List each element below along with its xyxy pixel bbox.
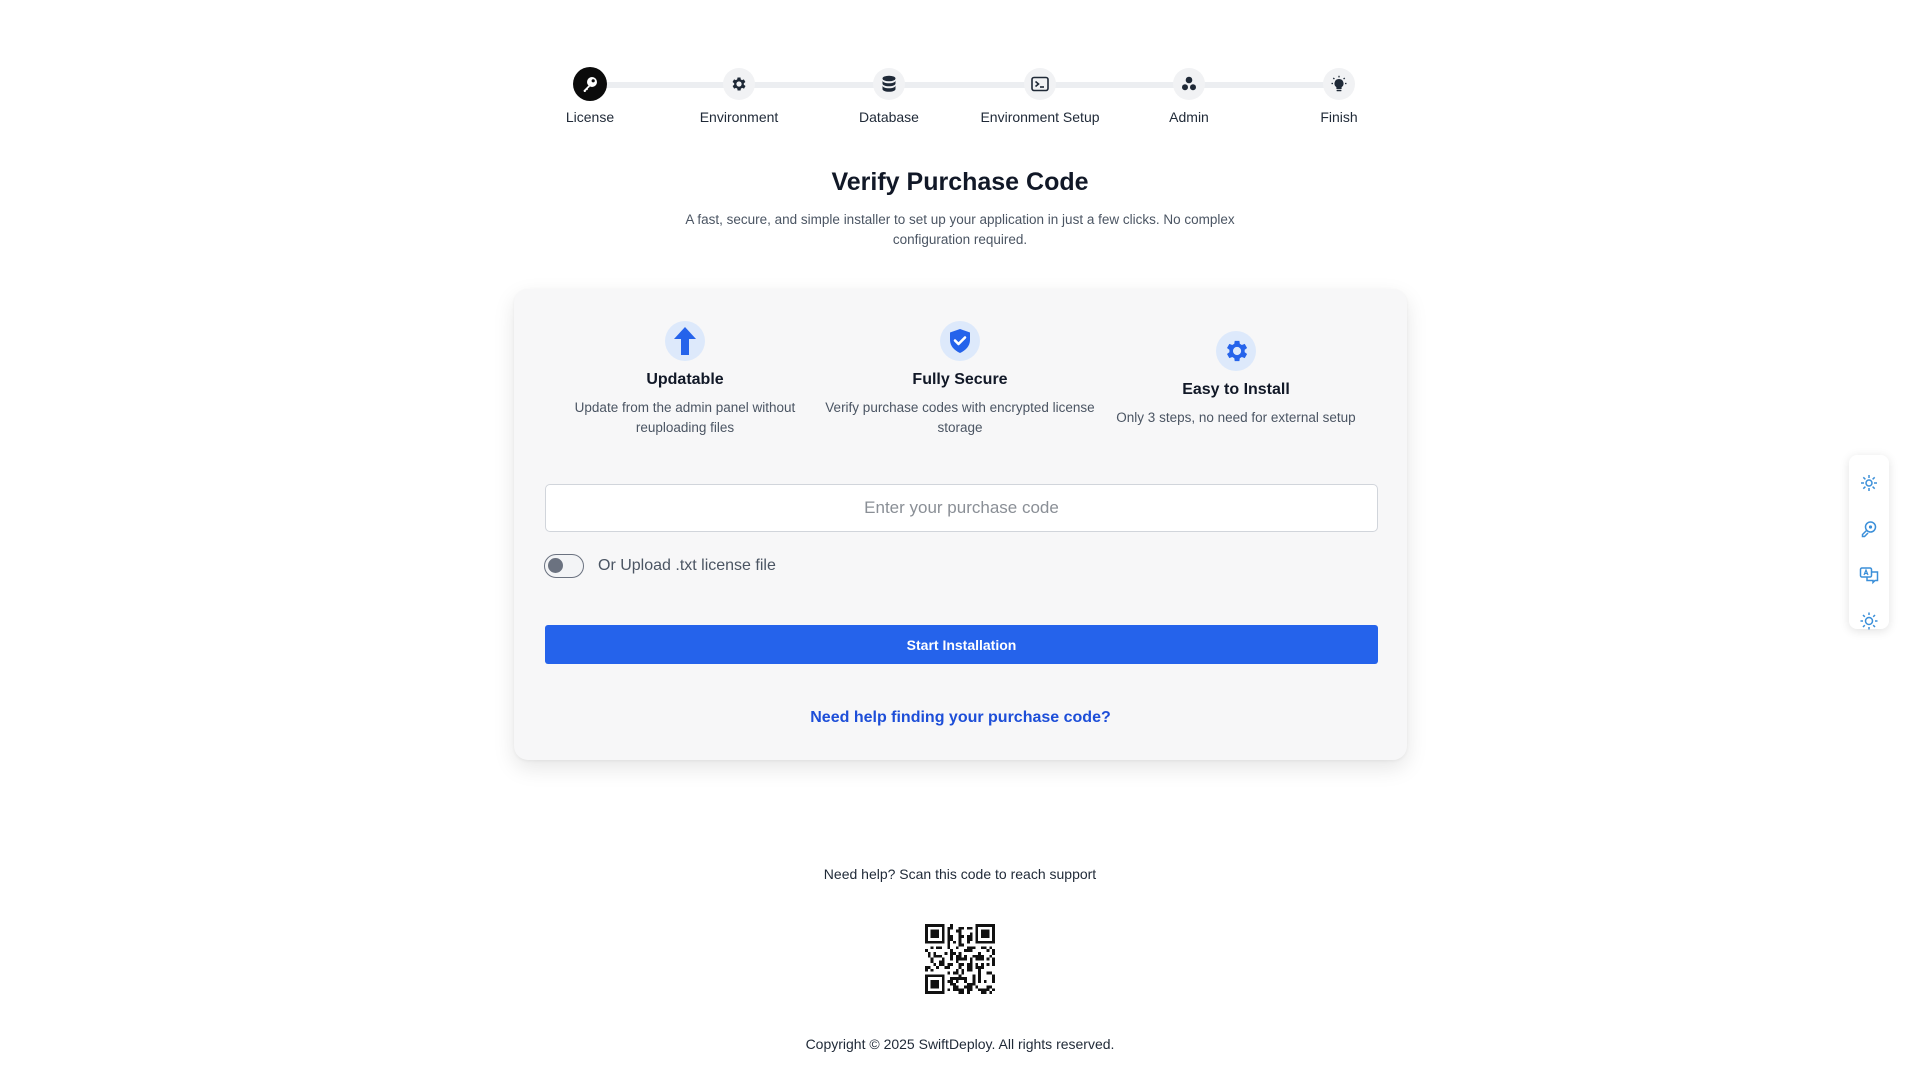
- page-subtitle: A fast, secure, and simple installer to …: [685, 212, 1235, 247]
- upload-license-toggle[interactable]: [544, 554, 584, 578]
- step-label-environment-setup: Environment Setup: [980, 109, 1100, 125]
- feature-desc-updatable: Update from the admin panel without reup…: [574, 400, 796, 435]
- network-settings-icon[interactable]: [1857, 471, 1881, 495]
- sun-theme-icon[interactable]: [1857, 609, 1881, 633]
- lightbulb-icon: [1323, 68, 1355, 100]
- step-database: Database: [809, 68, 969, 125]
- purchase-code-help-link[interactable]: Need help finding your purchase code?: [514, 709, 1407, 727]
- license-card: Updatable Update from the admin panel wi…: [514, 289, 1407, 760]
- step-license: License: [510, 67, 670, 125]
- step-label-license: License: [565, 109, 615, 125]
- admin-users-icon: [1173, 68, 1205, 100]
- side-toolbar: [1849, 455, 1889, 630]
- step-environment-setup: Environment Setup: [960, 68, 1120, 125]
- feature-title-fully-secure: Fully Secure: [912, 371, 1008, 388]
- translate-icon[interactable]: [1857, 563, 1881, 587]
- feature-fully-secure: Fully Secure Verify purchase codes with …: [825, 321, 1095, 438]
- purchase-code-input[interactable]: [545, 484, 1378, 532]
- installer-stepper: License Environment Database Environment…: [566, 67, 1358, 132]
- step-admin: Admin: [1109, 68, 1269, 125]
- feature-title-updatable: Updatable: [646, 371, 724, 388]
- gear-icon: [723, 68, 755, 100]
- start-installation-button[interactable]: Start Installation: [545, 625, 1378, 664]
- terminal-icon: [1024, 68, 1056, 100]
- step-label-admin: Admin: [1169, 109, 1209, 125]
- palette-link-icon[interactable]: [1857, 517, 1881, 541]
- step-label-finish: Finish: [1320, 109, 1358, 125]
- page-title: Verify Purchase Code: [831, 168, 1089, 196]
- feature-updatable: Updatable Update from the admin panel wi…: [550, 321, 820, 438]
- shield-check-icon: [940, 321, 980, 361]
- step-label-database: Database: [859, 109, 919, 125]
- feature-title-easy-install: Easy to Install: [1182, 381, 1290, 398]
- feature-desc-easy-install: Only 3 steps, no need for external setup: [1116, 410, 1356, 425]
- step-environment: Environment: [659, 68, 819, 125]
- database-icon: [873, 68, 905, 100]
- support-qr-code-icon: [925, 924, 995, 994]
- copyright-text: Copyright © 2025 SwiftDeploy. All rights…: [805, 1036, 1115, 1052]
- toggle-knob: [548, 558, 563, 573]
- gear-icon: [1216, 331, 1256, 371]
- step-finish: Finish: [1259, 68, 1419, 125]
- upload-arrow-icon: [665, 321, 705, 361]
- feature-easy-install: Easy to Install Only 3 steps, no need fo…: [1101, 331, 1371, 428]
- feature-desc-fully-secure: Verify purchase codes with encrypted lic…: [825, 400, 1095, 435]
- step-label-environment: Environment: [699, 109, 779, 125]
- key-icon: [573, 67, 607, 101]
- support-text: Need help? Scan this code to reach suppo…: [823, 866, 1097, 882]
- upload-license-toggle-label: Or Upload .txt license file: [598, 557, 776, 574]
